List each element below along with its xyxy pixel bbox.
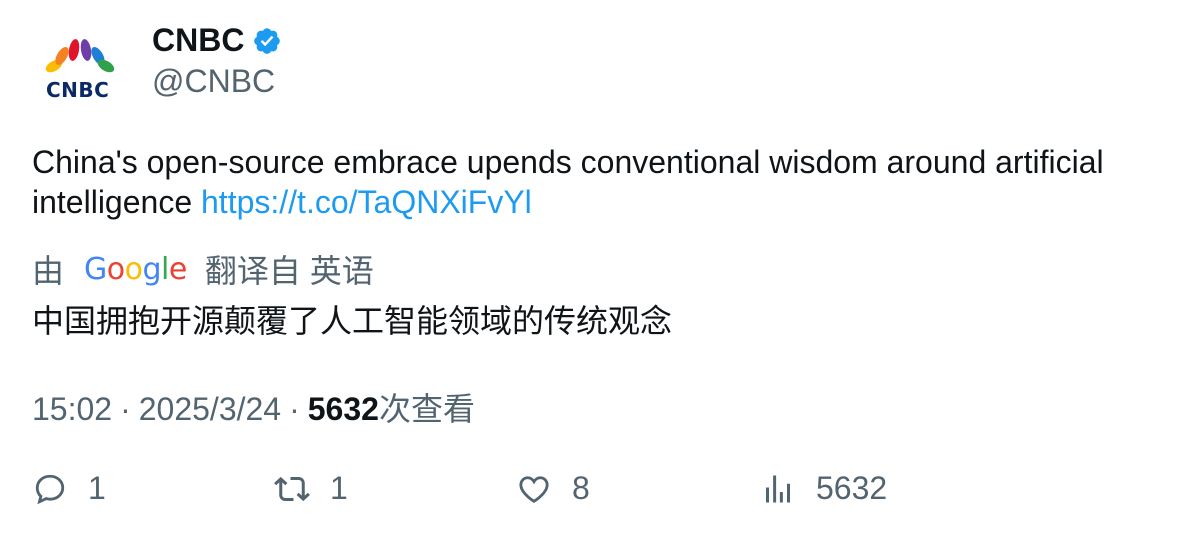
verified-badge-icon[interactable] [252,26,282,56]
repost-icon [274,476,310,501]
tweet-link[interactable]: https://t.co/TaQNXiFvYl [201,184,532,220]
tweet-text: China's open-source embrace upends conve… [32,142,1162,222]
tweet-body: China's open-source embrace upends conve… [32,144,1104,220]
author-handle[interactable]: @CNBC [152,63,275,100]
google-letter: o [124,251,143,287]
reply-button[interactable]: 1 [32,470,106,507]
google-logo[interactable]: Google [84,252,187,287]
repost-button[interactable]: 1 [274,470,348,507]
google-letter: G [84,251,107,287]
tweet-meta: 15:02 · 2025/3/24 · 5632 次查看 [32,384,475,430]
display-name[interactable]: CNBC [152,22,244,59]
author-name-row[interactable]: CNBC [152,22,282,59]
views-label: 次查看 [378,391,475,427]
action-bar: 1 1 8 5632 [0,470,1196,514]
translated-text: 中国拥抱开源颠覆了人工智能领域的传统观念 [32,303,673,339]
google-letter: o [106,251,125,287]
translation-suffix: 翻译自 英语 [204,253,374,289]
google-letter: g [142,251,162,287]
like-count: 8 [572,470,590,506]
translation-prefix: 由 [32,253,65,289]
reply-icon [35,474,65,504]
analytics-icon [766,475,790,502]
meta-separator: · [120,391,131,427]
heart-icon [519,475,549,503]
views-action-count: 5632 [816,470,888,506]
avatar[interactable]: CNBC [32,30,128,110]
tweet-time[interactable]: 15:02 [32,391,112,428]
tweet-date[interactable]: 2025/3/24 [139,391,281,428]
peacock-logo-icon [45,39,115,77]
views-button[interactable]: 5632 [760,470,887,507]
repost-count: 1 [330,470,348,506]
views-count: 5632 [307,391,379,427]
avatar-wordmark: CNBC [46,78,110,102]
google-letter: l [161,251,169,287]
meta-separator: · [289,391,300,427]
google-letter: e [168,251,187,287]
like-button[interactable]: 8 [516,470,590,507]
translation-attribution: 由 Google 翻译自 英语 [32,246,374,292]
reply-count: 1 [88,470,106,506]
